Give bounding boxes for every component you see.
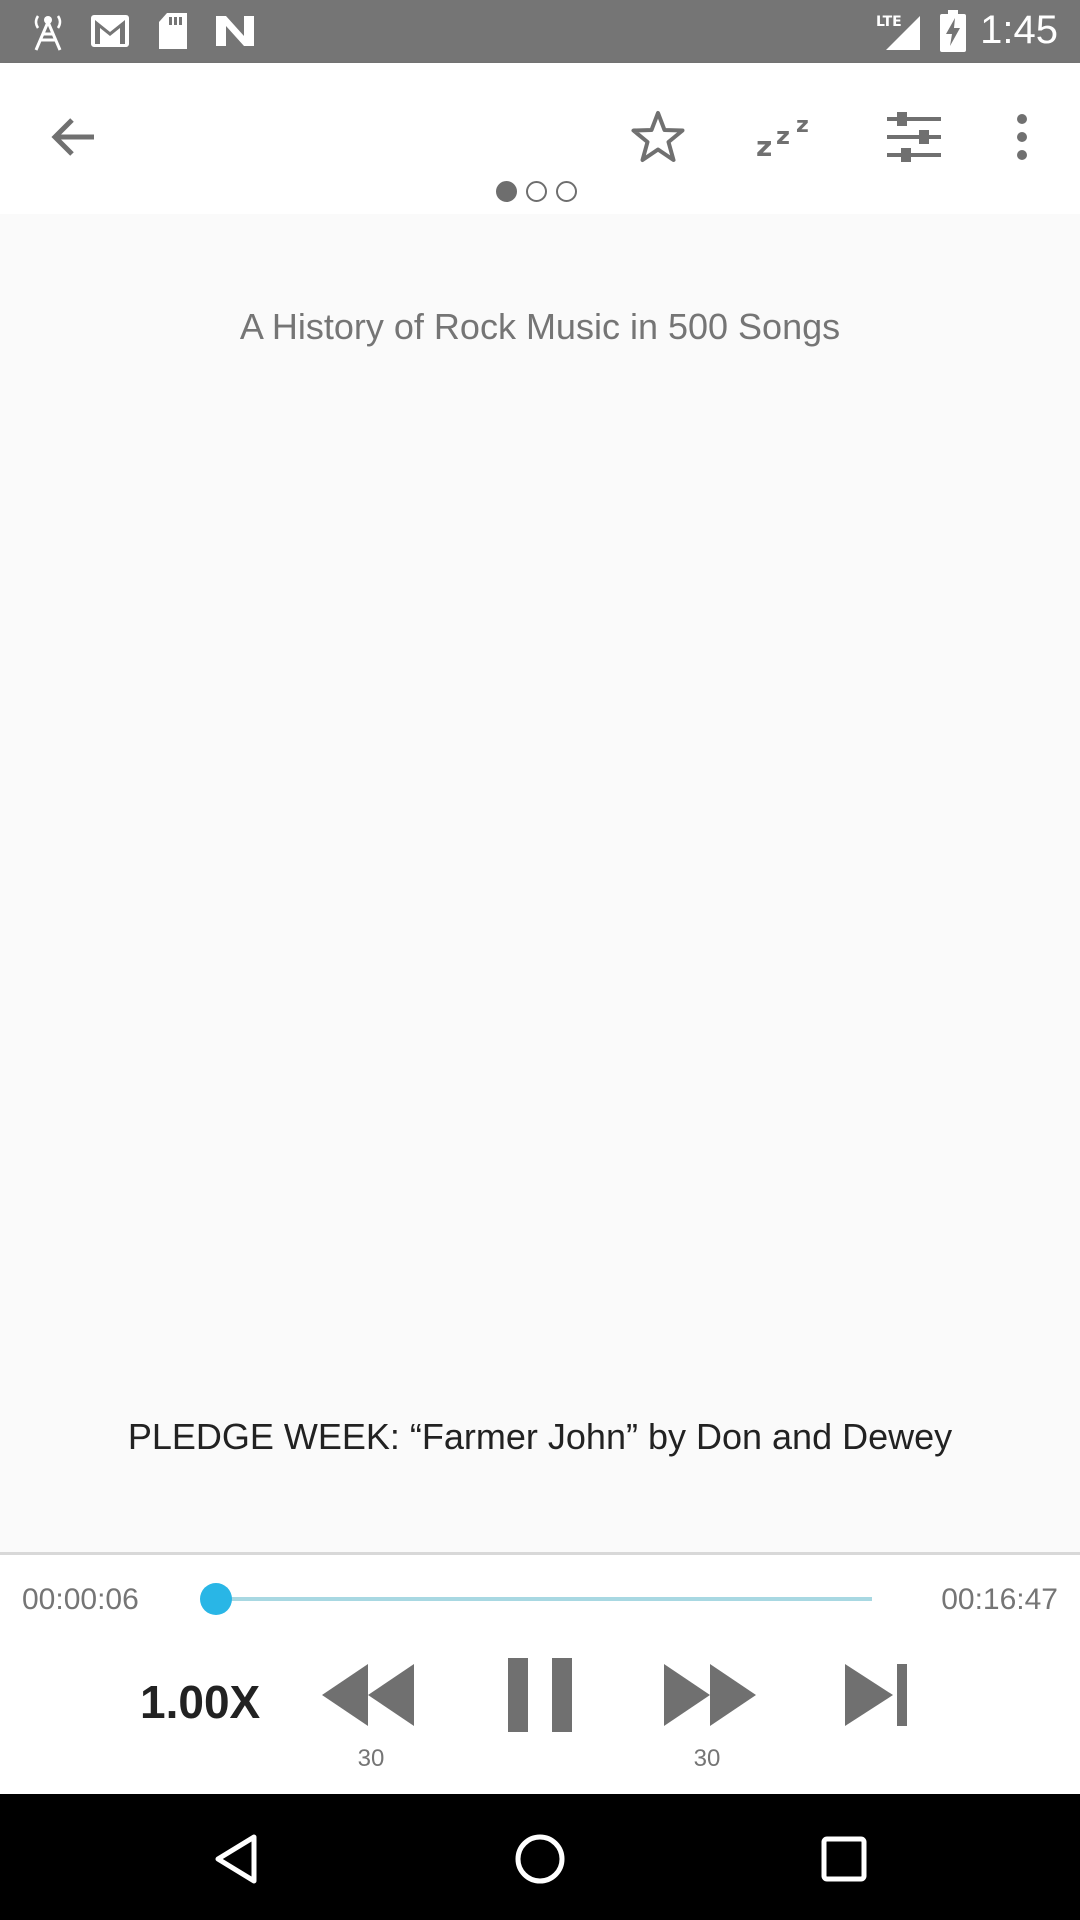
equalizer-button[interactable] (876, 99, 952, 175)
page-dot-2[interactable] (526, 181, 547, 202)
back-arrow-icon (51, 118, 94, 156)
episode-title: PLEDGE WEEK: “Farmer John” by Don and De… (127, 1416, 953, 1457)
rewind-button[interactable] (318, 1657, 418, 1733)
status-time: 1:45 (980, 8, 1058, 52)
rewind-seconds-label: 30 (357, 1745, 385, 1772)
svg-text:z: z (756, 130, 772, 160)
system-nav-bar (0, 1794, 1080, 1920)
nav-home-button[interactable] (500, 1819, 580, 1899)
more-vert-icon (1017, 114, 1027, 160)
antenna-icon (30, 12, 66, 57)
signal-icon: LTE (876, 12, 922, 57)
page-indicator (496, 181, 577, 202)
equalizer-icon (887, 112, 941, 162)
forward-seconds-label: 30 (693, 1745, 721, 1772)
seek-bar[interactable] (212, 1597, 872, 1601)
n-logo-icon (214, 14, 256, 53)
seek-thumb[interactable] (199, 1583, 232, 1615)
player-controls: 00:00:06 00:16:47 1.00X 30 30 (0, 1552, 1080, 1797)
svg-text:z: z (796, 113, 809, 138)
back-triangle-icon (215, 1834, 257, 1884)
page-dot-3[interactable] (556, 181, 577, 202)
sleep-timer-icon: zzz (756, 113, 809, 160)
page-dot-1[interactable] (496, 181, 517, 202)
battery-charging-icon (940, 10, 966, 57)
episode-content: A History of Rock Music in 500 Songs PLE… (0, 214, 1080, 1552)
elapsed-time: 00:00:06 (22, 1583, 139, 1616)
recents-square-icon (821, 1836, 867, 1882)
fast-forward-button[interactable] (660, 1657, 760, 1733)
svg-text:LTE: LTE (876, 14, 902, 30)
home-circle-icon (515, 1834, 565, 1884)
rewind-icon (322, 1664, 414, 1726)
pause-icon (508, 1658, 572, 1732)
skip-next-button[interactable] (836, 1657, 916, 1733)
star-icon (631, 111, 685, 162)
sd-card-icon (157, 12, 189, 55)
podcast-title: A History of Rock Music in 500 Songs (239, 306, 841, 347)
nav-recents-button[interactable] (804, 1819, 884, 1899)
skip-next-icon (845, 1664, 907, 1726)
gmail-icon (90, 14, 130, 53)
nav-back-button[interactable] (196, 1819, 276, 1899)
playback-speed-button[interactable]: 1.00X (140, 1675, 260, 1729)
svg-text:z: z (776, 122, 790, 150)
fast-forward-icon (664, 1664, 756, 1726)
back-button[interactable] (38, 101, 110, 173)
sleep-timer-button[interactable]: zzz (748, 97, 824, 173)
more-options-button[interactable] (1000, 101, 1044, 173)
favorite-button[interactable] (622, 101, 694, 173)
total-duration: 00:16:47 (941, 1583, 1058, 1616)
status-bar: LTE 1:45 (0, 0, 1080, 63)
pause-button[interactable] (500, 1655, 580, 1735)
toolbar: zzz (0, 63, 1080, 214)
